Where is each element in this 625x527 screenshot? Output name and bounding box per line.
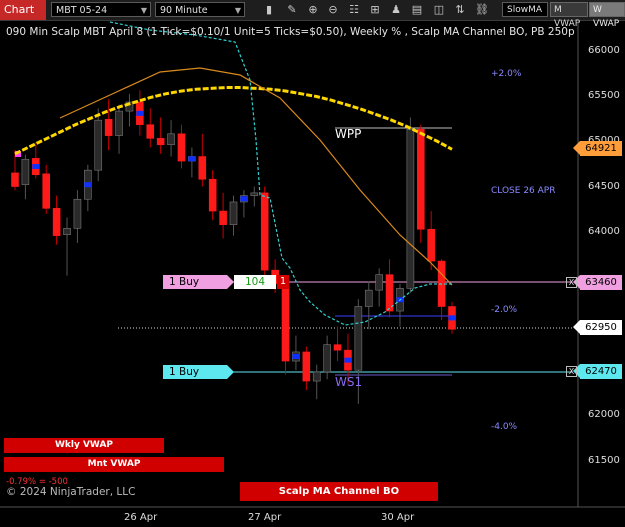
buy-lmt-price-marker[interactable]: 62470: [573, 364, 622, 379]
price-tick-label: 65500: [588, 90, 620, 101]
candle-down: [333, 344, 342, 351]
candle-down: [11, 172, 19, 187]
candle-down: [416, 128, 425, 230]
candle-up: [364, 289, 373, 307]
candle-down: [146, 124, 155, 139]
wpp-label: WPP: [335, 127, 362, 141]
chart-trader-icon[interactable]: ⇅: [453, 2, 467, 17]
ws1-label: WS1: [335, 375, 363, 389]
zoom-out-icon[interactable]: ⊖: [326, 2, 340, 17]
chevron-down-icon: ▼: [234, 6, 241, 15]
signal-marker: [32, 164, 40, 170]
global-link-icon[interactable]: ⛓: [475, 2, 489, 17]
signal-marker: [188, 156, 196, 162]
candle-down: [177, 133, 186, 162]
signal-marker: [292, 354, 300, 360]
indicator-select[interactable]: SlowMA: [502, 2, 548, 17]
candle-down: [52, 208, 61, 236]
interval-selector[interactable]: 90 Minute ▼: [155, 2, 245, 17]
candle-down: [260, 192, 269, 271]
candle-up: [73, 198, 82, 229]
pct-minus2-label: -2.0%: [491, 305, 518, 315]
buy-slm-quantity[interactable]: 104: [234, 275, 276, 289]
signal-marker: [448, 315, 456, 321]
instrument-value: MBT 05-24: [56, 5, 108, 16]
bar-type-icon[interactable]: ▮: [262, 2, 276, 17]
copyright-text: © 2024 NinjaTrader, LLC: [6, 486, 136, 498]
properties-icon[interactable]: ☷: [347, 2, 361, 17]
close-date-label: CLOSE 26 APR: [491, 186, 556, 196]
candle-up: [229, 201, 238, 226]
indicator-select-value: SlowMA: [507, 5, 543, 15]
candlestick-series: [11, 90, 456, 404]
candle-down: [385, 274, 394, 312]
cancel-lmt-order-button[interactable]: X: [566, 366, 577, 377]
candle-down: [42, 173, 51, 209]
current-price-marker: 62950: [573, 320, 622, 335]
signal-marker: [136, 110, 144, 116]
candle-up: [115, 110, 123, 136]
candle-up: [167, 133, 175, 146]
data-box-icon[interactable]: ◫: [432, 2, 446, 17]
zoom-in-icon[interactable]: ⊕: [306, 2, 320, 17]
candle-up: [323, 344, 331, 373]
candle-down: [219, 210, 227, 226]
last-price-marker: 64921: [573, 141, 622, 156]
cancel-slm-order-button[interactable]: X: [566, 277, 577, 288]
buy-lmt-order-label[interactable]: 1 Buy LMT: [163, 365, 234, 392]
channel-bo-bar: Scalp MA Channel BO: [240, 482, 438, 501]
candle-up: [354, 306, 363, 371]
candle-down: [104, 118, 113, 136]
candle-down: [281, 284, 290, 362]
w-vwap-button[interactable]: W VWAP: [589, 2, 625, 29]
price-tick-label: 66000: [588, 45, 620, 56]
chevron-down-icon: ▼: [140, 6, 147, 15]
templates-icon[interactable]: ▤: [410, 2, 424, 17]
buy-slm-count[interactable]: 1: [277, 275, 289, 289]
date-tick-label: 27 Apr: [248, 512, 282, 523]
draw-tools-icon[interactable]: ✎: [285, 2, 299, 17]
candle-down: [198, 156, 207, 180]
toolbar: Chart MBT 05-24 ▼ 90 Minute ▼ ▮ ✎ ⊕ ⊖ ☷ …: [0, 0, 625, 29]
pct-minus4-label: -4.0%: [491, 422, 518, 432]
interval-value: 90 Minute: [160, 5, 208, 16]
date-tick-label: 26 Apr: [124, 512, 158, 523]
m-vwap-button[interactable]: M VWAP: [550, 2, 588, 29]
signal-marker: [240, 196, 248, 202]
signal-marker: [84, 182, 92, 188]
price-tick-label: 62000: [588, 409, 620, 420]
candle-down: [156, 138, 165, 146]
strategies-icon[interactable]: ♟: [389, 2, 403, 17]
candle-up: [21, 158, 30, 186]
price-tick-label: 64000: [588, 226, 620, 237]
orange-ma-line: [59, 67, 453, 286]
candle-up: [94, 119, 103, 171]
buy-slm-order-label[interactable]: 1 Buy SLM: [163, 275, 234, 302]
candle-up: [312, 371, 321, 382]
wkly-vwap-bar: Wkly VWAP: [4, 438, 164, 453]
candle-up: [63, 228, 71, 236]
candle-up: [250, 192, 259, 196]
candle-down: [427, 228, 435, 262]
candle-up: [375, 274, 383, 291]
candle-down: [208, 178, 217, 212]
pct-plus2-label: +2.0%: [491, 69, 522, 79]
price-tick-label: 64500: [588, 181, 620, 192]
date-tick-label: 30 Apr: [381, 512, 415, 523]
slow-ma-line: [14, 86, 453, 156]
instrument-selector[interactable]: MBT 05-24 ▼: [51, 2, 151, 17]
chart-tab[interactable]: Chart: [0, 0, 46, 20]
buy-slm-price-marker[interactable]: 63460: [573, 275, 622, 290]
chart-header-text: 090 Min Scalp MBT April 8 (1 Tick=$0.10/…: [6, 26, 575, 38]
mnt-vwap-bar: Mnt VWAP: [4, 457, 224, 472]
price-tick-label: 61500: [588, 455, 620, 466]
grid: [0, 20, 625, 508]
signal-marker: [344, 357, 352, 363]
candle-up: [406, 128, 415, 289]
indicators-icon[interactable]: ⊞: [368, 2, 382, 17]
candle-down: [302, 351, 311, 382]
